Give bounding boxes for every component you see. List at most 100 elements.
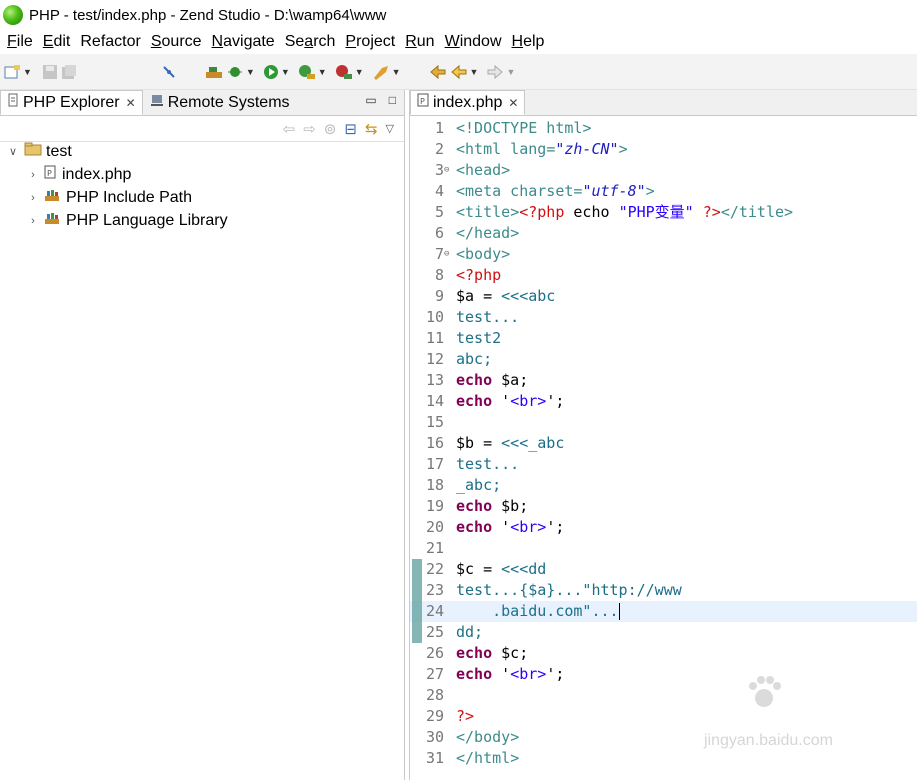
debug-icon[interactable]: ▼	[226, 61, 255, 83]
code-line[interactable]: 24 .baidu.com"...	[410, 601, 917, 622]
code-text: test...{$a}..."http://www	[456, 581, 682, 599]
code-line[interactable]: 17 test...	[410, 454, 917, 475]
save-icon[interactable]	[42, 61, 58, 83]
profile-icon[interactable]: ▼	[335, 61, 364, 83]
link-editor-icon[interactable]: ⇆	[365, 120, 378, 138]
menu-file[interactable]: File	[2, 33, 38, 51]
tree-item[interactable]: › P index.php	[0, 163, 404, 186]
code-text: <?php	[456, 266, 502, 284]
watermark-site: jingyan.baidu.com	[704, 732, 833, 749]
code-text: <body>	[456, 245, 511, 263]
menu-window[interactable]: Window	[440, 33, 507, 51]
project-name: test	[46, 142, 72, 160]
window-title: PHP - test/index.php - Zend Studio - D:\…	[29, 6, 387, 24]
code-line[interactable]: 23 test...{$a}..."http://www	[410, 580, 917, 601]
line-number: 5	[434, 203, 444, 221]
code-line[interactable]: 21	[410, 538, 917, 559]
code-text-area[interactable]: 1 <!DOCTYPE html> 2 <html lang="zh-CN"> 3 ⊖ <h…	[410, 118, 917, 769]
skip-breakpoints-icon[interactable]	[161, 61, 177, 83]
save-all-icon[interactable]	[61, 61, 77, 83]
code-line[interactable]: 20 echo '<br>';	[410, 517, 917, 538]
back-icon[interactable]: ▼	[450, 61, 478, 83]
build-icon[interactable]	[205, 61, 223, 83]
code-line[interactable]: 10 test...	[410, 307, 917, 328]
tab-remote-systems[interactable]: Remote Systems	[143, 90, 297, 115]
last-edit-location-icon[interactable]	[429, 61, 447, 83]
code-line[interactable]: 15	[410, 412, 917, 433]
tab-index-php[interactable]: P index.php ✕	[410, 90, 526, 115]
code-line[interactable]: 1 <!DOCTYPE html>	[410, 118, 917, 139]
chevron-right-icon[interactable]: ›	[26, 215, 40, 227]
code-text: ?>	[456, 707, 475, 725]
library-icon	[44, 211, 60, 230]
code-line[interactable]: 13 echo $a;	[410, 370, 917, 391]
code-line[interactable]: 12 abc;	[410, 349, 917, 370]
line-number: 11	[425, 329, 444, 347]
code-line[interactable]: 19 echo $b;	[410, 496, 917, 517]
close-icon[interactable]: ✕	[508, 96, 518, 110]
tree-project-test[interactable]: ∨ test	[0, 140, 404, 163]
code-text: test...	[456, 455, 520, 473]
code-line[interactable]: 3 ⊖ <head>	[410, 160, 917, 181]
tree-item-label: PHP Include Path	[66, 188, 193, 206]
code-line[interactable]: 22 $c = <<<dd	[410, 559, 917, 580]
maximize-icon[interactable]: □	[389, 93, 396, 107]
chevron-down-icon[interactable]: ∨	[6, 145, 20, 158]
line-number: 27	[425, 665, 444, 683]
line-number: 25	[425, 623, 444, 641]
menu-search[interactable]: Search	[280, 33, 341, 51]
line-number: 15	[425, 413, 444, 431]
deploy-icon[interactable]: ▼	[372, 61, 401, 83]
project-tree: ∨ test › P index.php › PHP Include Path …	[0, 140, 404, 232]
php-file-icon: P	[44, 165, 56, 184]
menu-help[interactable]: Help	[507, 33, 550, 51]
code-line[interactable]: 8 <?php	[410, 265, 917, 286]
code-line[interactable]: 6 </head>	[410, 223, 917, 244]
code-line[interactable]: 16 $b = <<<_abc	[410, 433, 917, 454]
minimize-icon[interactable]: ▭	[365, 93, 376, 107]
tree-item[interactable]: › PHP Include Path	[0, 186, 404, 209]
collapse-all-icon[interactable]: ⊟	[344, 120, 357, 138]
chevron-right-icon[interactable]: ›	[26, 169, 40, 181]
close-icon[interactable]: ✕	[126, 96, 136, 110]
line-number: 7	[434, 245, 444, 263]
code-text: </html>	[456, 749, 520, 767]
chevron-right-icon[interactable]: ›	[26, 192, 40, 204]
up-nav-icon[interactable]: ⊚	[324, 120, 337, 138]
code-line[interactable]: 11 test2	[410, 328, 917, 349]
forward-nav-icon[interactable]: ⇨	[303, 120, 316, 138]
php-explorer-icon	[7, 93, 19, 112]
fold-icon[interactable]: ⊖	[444, 244, 449, 265]
fold-icon[interactable]: ⊖	[444, 160, 449, 181]
library-icon	[44, 188, 60, 207]
code-line[interactable]: 26 echo $c;	[410, 643, 917, 664]
line-number: 17	[425, 455, 444, 473]
menu-refactor[interactable]: Refactor	[75, 33, 145, 51]
code-text: test...	[456, 308, 520, 326]
view-menu-icon[interactable]: ▽	[386, 122, 394, 135]
code-text: <head>	[456, 161, 511, 179]
code-line[interactable]: 18 _abc;	[410, 475, 917, 496]
menu-run[interactable]: Run	[400, 33, 439, 51]
tab-php-explorer[interactable]: PHP Explorer ✕	[0, 90, 143, 115]
run-external-icon[interactable]: ▼	[298, 61, 327, 83]
run-icon[interactable]: ▼	[263, 61, 290, 83]
code-line[interactable]: 2 <html lang="zh-CN">	[410, 139, 917, 160]
menu-source[interactable]: Source	[146, 33, 207, 51]
code-line[interactable]: 4 <meta charset="utf-8">	[410, 181, 917, 202]
code-line[interactable]: 14 echo '<br>';	[410, 391, 917, 412]
forward-icon[interactable]: ▼	[486, 61, 515, 83]
code-text: dd;	[456, 623, 484, 641]
code-line[interactable]: 5 <title><?php echo "PHP变量" ?></title>	[410, 202, 917, 223]
code-line[interactable]: 9 $a = <<<abc	[410, 286, 917, 307]
new-icon[interactable]: ▼	[3, 61, 32, 83]
line-number: 28	[425, 686, 444, 704]
menu-project[interactable]: Project	[340, 33, 400, 51]
code-line[interactable]: 7 ⊖ <body>	[410, 244, 917, 265]
explorer-tab-row: PHP Explorer ✕ Remote Systems	[0, 90, 404, 116]
menu-navigate[interactable]: Navigate	[207, 33, 280, 51]
tree-item[interactable]: › PHP Language Library	[0, 209, 404, 232]
back-nav-icon[interactable]: ⇦	[283, 120, 296, 138]
menu-edit[interactable]: Edit	[38, 33, 76, 51]
code-line[interactable]: 25 dd;	[410, 622, 917, 643]
